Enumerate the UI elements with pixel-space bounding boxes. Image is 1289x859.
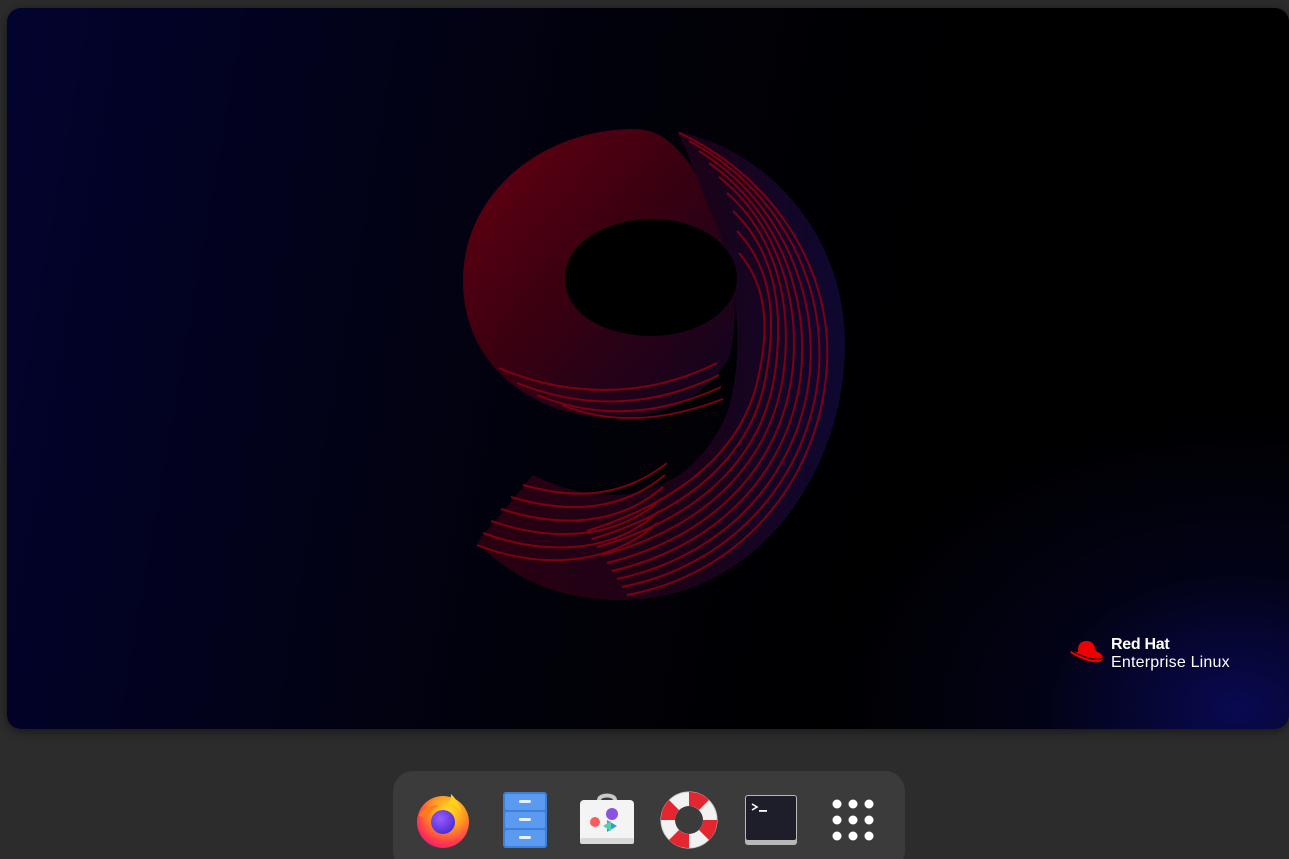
- software-launcher[interactable]: [574, 787, 640, 853]
- lifebuoy-icon: [660, 791, 718, 849]
- workspace-thumbnail[interactable]: Red Hat Enterprise Linux: [7, 8, 1289, 729]
- activities-overview: Red Hat Enterprise Linux: [0, 0, 1289, 859]
- show-applications-button[interactable]: [820, 787, 886, 853]
- red-hat-logo: Red Hat Enterprise Linux: [1069, 636, 1230, 672]
- help-launcher[interactable]: [656, 787, 722, 853]
- brand-product: Enterprise Linux: [1111, 654, 1230, 671]
- file-cabinet-icon: [503, 792, 547, 848]
- dash: [393, 771, 905, 859]
- app-grid-icon: [832, 799, 874, 841]
- wallpaper-nine-graphic: [463, 129, 845, 601]
- firefox-icon: [417, 794, 469, 848]
- brand-name: Red Hat: [1111, 636, 1170, 653]
- terminal-launcher[interactable]: [738, 787, 804, 853]
- firefox-launcher[interactable]: [410, 787, 476, 853]
- software-store-icon: [580, 793, 634, 844]
- red-hat-icon: [1070, 641, 1104, 663]
- files-launcher[interactable]: [492, 787, 558, 853]
- terminal-icon: [745, 795, 797, 845]
